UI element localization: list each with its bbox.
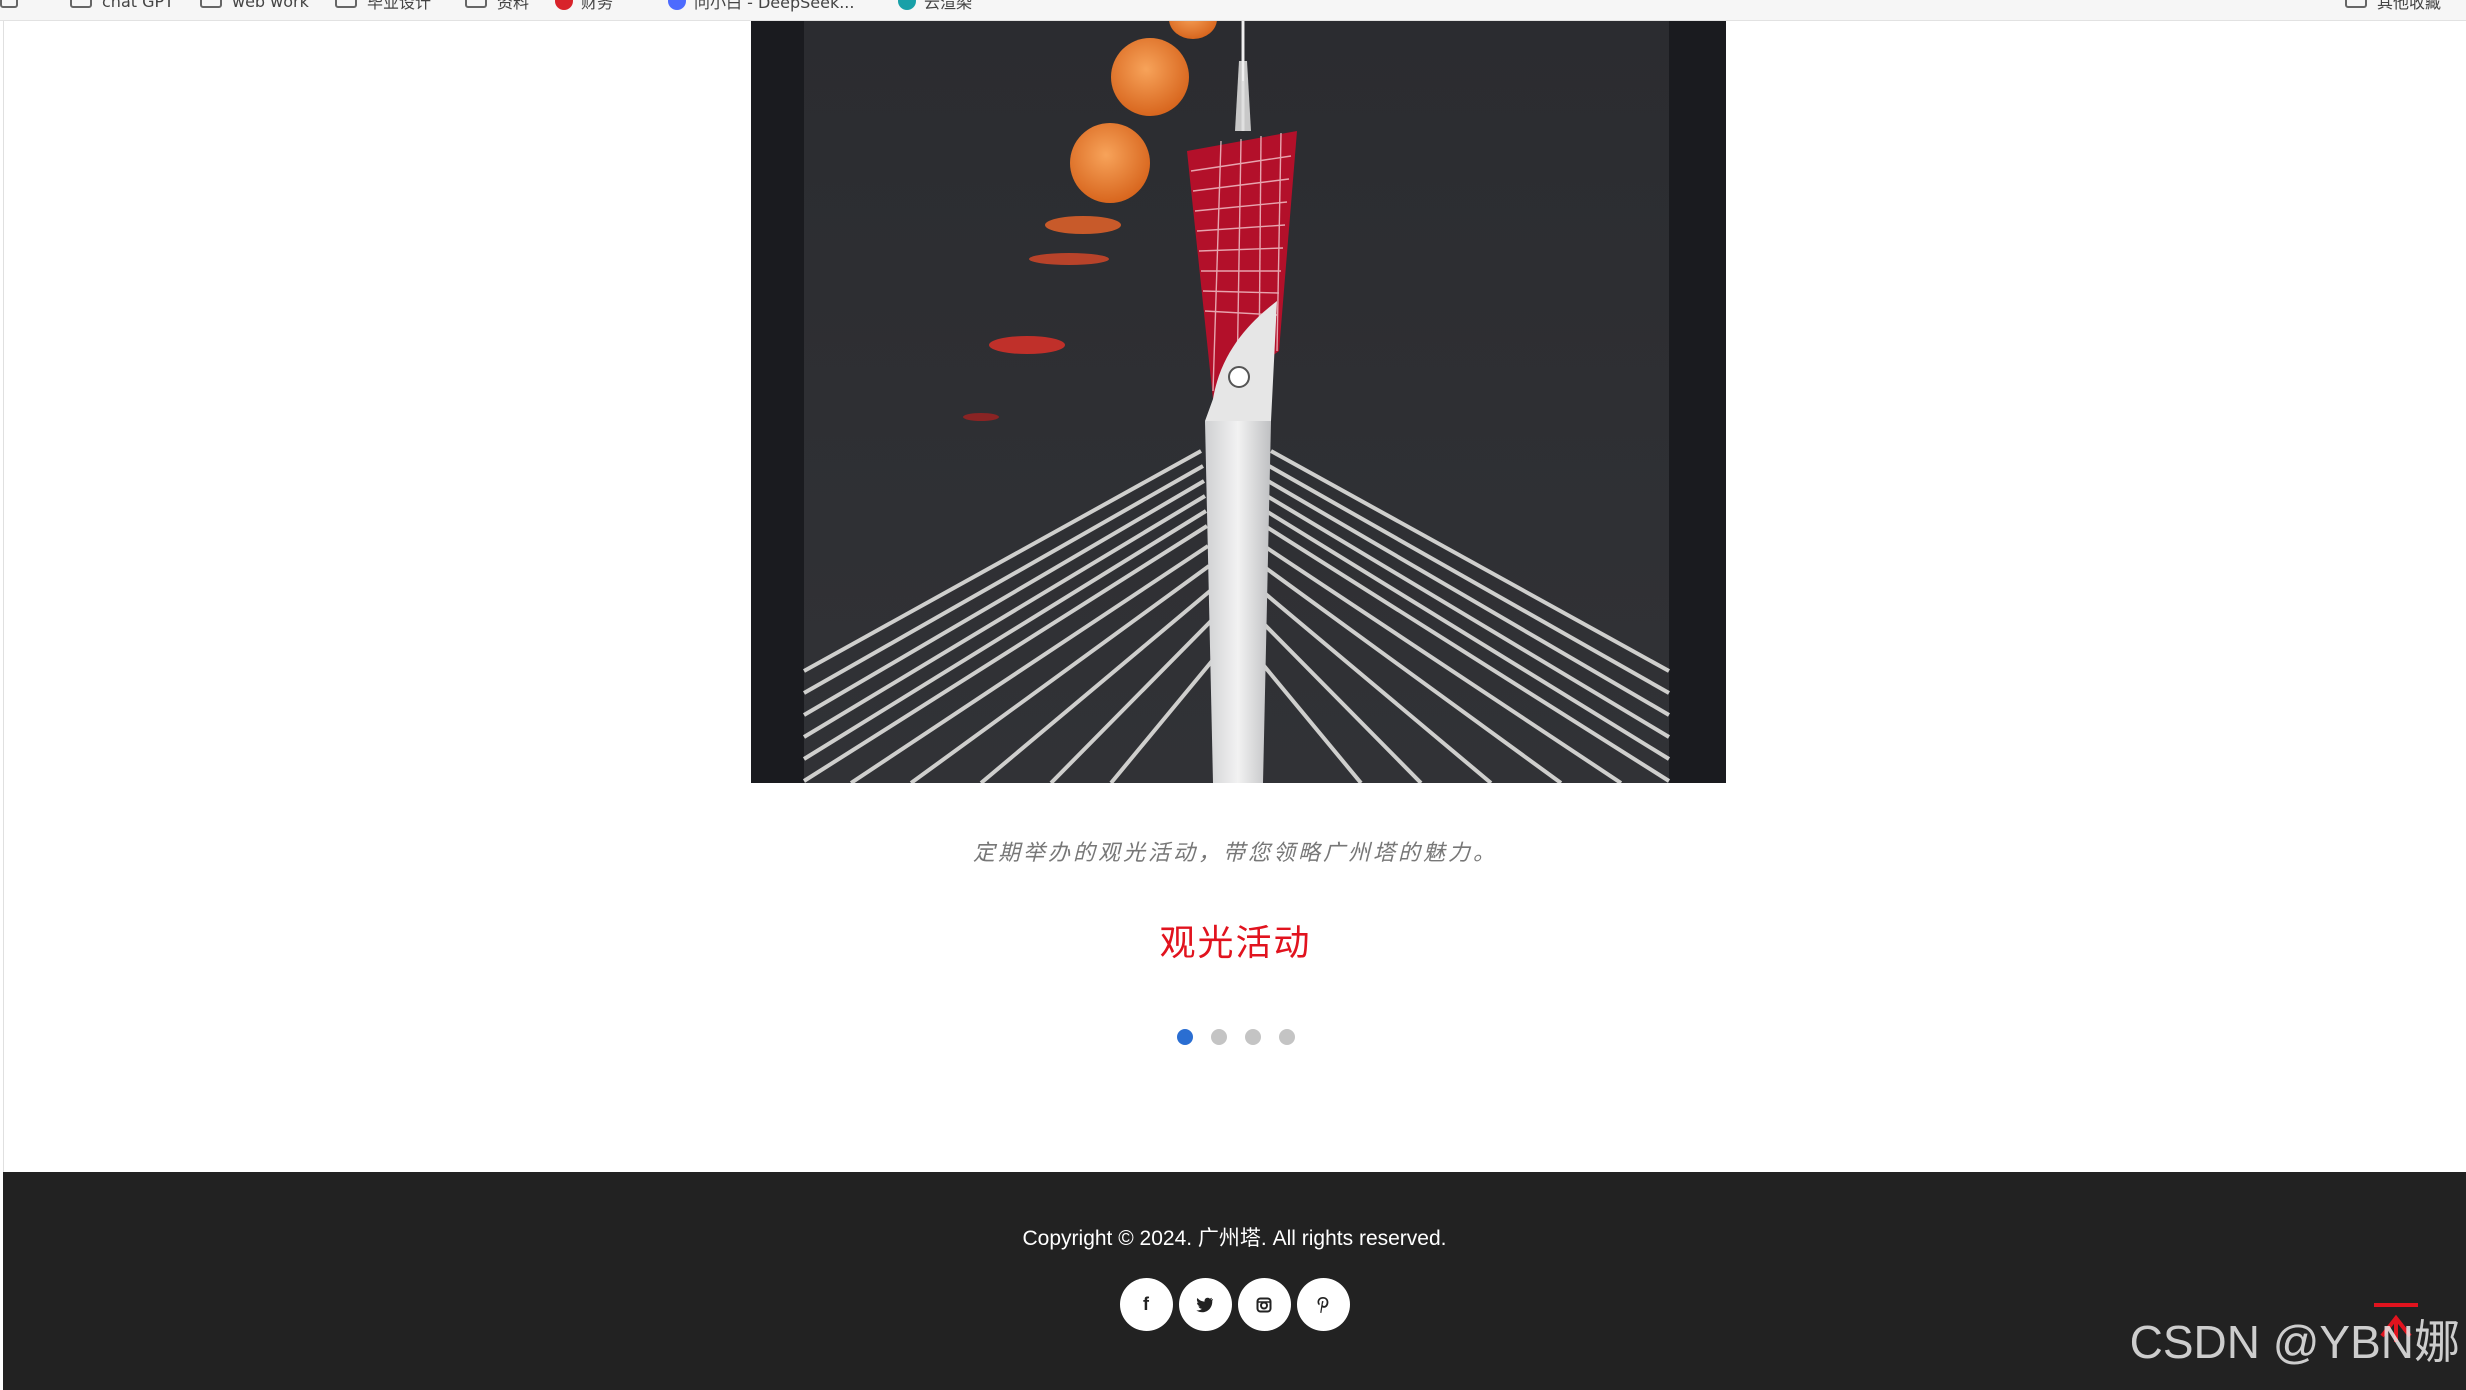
deepseek-favicon [668, 0, 686, 10]
csdn-watermark: CSDN @YBN娜 [2129, 1316, 2460, 1368]
bookmark-item[interactable]: 其他收藏 [2345, 0, 2441, 12]
carousel-title: 观光活动 [1159, 923, 1312, 964]
copyright-text: Copyright © 2024. 广州塔. All rights reserv… [1022, 1227, 1447, 1250]
bookmark-item[interactable]: 问小白 - DeepSeek... [668, 0, 854, 12]
carousel-indicators [4, 1029, 2466, 1045]
carousel-caption: 定期举办的观光活动，带您领略广州塔的魅力。 [972, 841, 1498, 866]
canton-tower-photo [751, 21, 1726, 783]
social-links: f [3, 1278, 2466, 1331]
bookmark-item[interactable]: 毕业设计 [335, 0, 431, 12]
bookmark-favicon [555, 0, 573, 10]
bookmark-item[interactable]: chat GPT [70, 0, 174, 12]
bookmarks-bar: chat GPT web work 毕业设计 资料 财务 问小白 - DeepS… [0, 0, 2466, 21]
carousel-dot-3[interactable] [1244, 1029, 1261, 1045]
facebook-icon[interactable]: f [1119, 1278, 1173, 1331]
twitter-icon[interactable] [1178, 1278, 1232, 1331]
bookmark-item[interactable]: web work [200, 0, 309, 12]
pinterest-icon[interactable] [1296, 1278, 1350, 1331]
carousel-dot-4[interactable] [1278, 1029, 1295, 1045]
footer: Copyright © 2024. 广州塔. All rights reserv… [3, 1172, 2466, 1390]
folder-icon [70, 0, 92, 8]
folder-icon [465, 0, 487, 8]
bookmark-item[interactable]: 云渲染 [898, 0, 972, 12]
carousel-dot-1[interactable] [1176, 1029, 1193, 1045]
folder-icon [2345, 0, 2367, 8]
bookmark-favicon [898, 0, 916, 10]
folder-icon [200, 0, 222, 8]
bookmark-item[interactable]: 资料 [465, 0, 529, 12]
instagram-icon[interactable] [1237, 1278, 1291, 1331]
folder-icon [335, 0, 357, 8]
bookmarks-menu-icon[interactable] [0, 0, 28, 12]
bookmark-item[interactable]: 财务 [555, 0, 613, 12]
carousel-image [751, 21, 1726, 783]
carousel-dot-2[interactable] [1210, 1029, 1227, 1045]
